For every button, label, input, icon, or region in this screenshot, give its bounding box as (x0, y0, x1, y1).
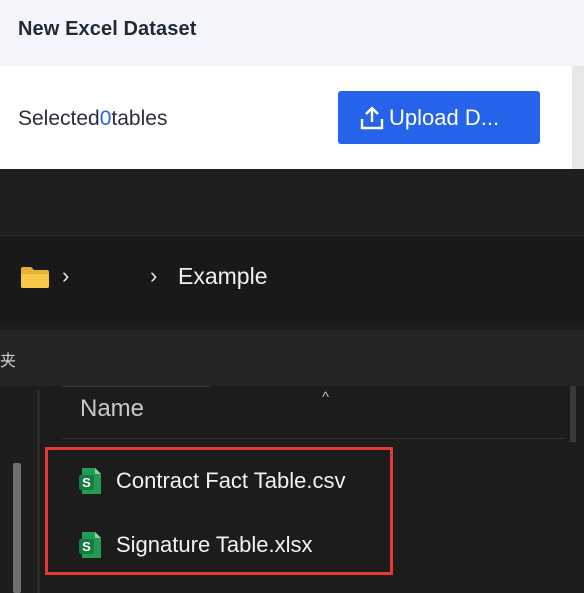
selected-count: 0 (99, 107, 112, 130)
upload-icon (360, 106, 384, 129)
folder-icon (20, 265, 50, 294)
upload-button-label: Upload D... (389, 104, 500, 130)
explorer-titlebar (0, 169, 584, 235)
selection-highlight-box (45, 447, 393, 575)
address-bar[interactable] (0, 235, 584, 322)
breadcrumb-chevron-icon[interactable]: › (150, 263, 157, 289)
divider (62, 386, 210, 387)
selected-suffix: tables (111, 107, 168, 130)
pane-splitter[interactable] (37, 390, 40, 593)
navigation-scrollbar[interactable] (13, 463, 21, 593)
column-header-name[interactable]: Name (80, 395, 144, 423)
page-title: New Excel Dataset (18, 18, 197, 40)
selected-prefix: Selected (18, 107, 100, 130)
upload-data-button[interactable]: Upload D... (338, 91, 540, 144)
scrollbar[interactable] (572, 66, 584, 169)
divider (62, 438, 564, 439)
breadcrumb-current-folder[interactable]: Example (178, 263, 267, 290)
selected-tables-text: Selected0tables (18, 107, 167, 131)
command-bar-item-fragment: 夹 (0, 353, 17, 370)
command-bar (0, 330, 584, 386)
sort-ascending-icon[interactable]: ^ (322, 389, 329, 406)
list-scrollbar[interactable] (570, 386, 576, 442)
breadcrumb-chevron-icon[interactable]: › (62, 263, 69, 289)
